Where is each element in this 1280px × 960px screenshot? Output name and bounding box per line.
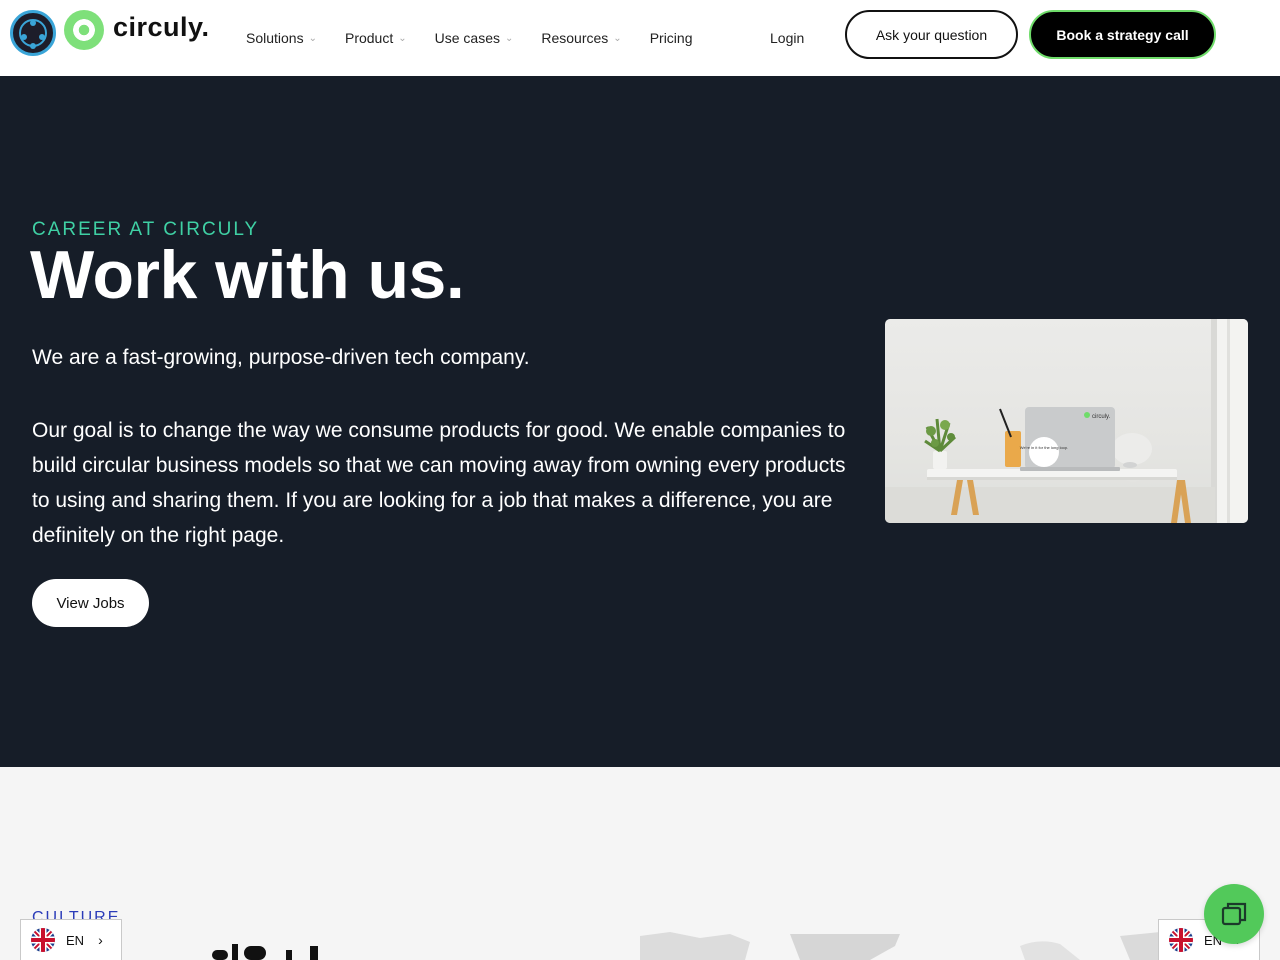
chevron-down-icon: ⌄ — [613, 32, 622, 44]
uk-flag-icon — [31, 928, 55, 952]
hero-intro: We are a fast-growing, purpose-driven te… — [32, 346, 530, 369]
nav-product[interactable]: Product ⌄ — [345, 30, 407, 46]
world-map-graphic — [640, 932, 1160, 960]
book-strategy-call-button[interactable]: Book a strategy call — [1029, 10, 1216, 59]
chat-icon — [1221, 902, 1247, 926]
nav-pricing-label: Pricing — [649, 30, 693, 46]
uk-flag-icon — [1169, 928, 1193, 952]
page-title: Work with us. — [30, 237, 465, 313]
nav-solutions-label: Solutions — [246, 30, 304, 46]
accessibility-icon[interactable] — [10, 10, 56, 56]
ask-question-button[interactable]: Ask your question — [845, 10, 1018, 59]
culture-heading-peek — [190, 938, 340, 960]
nav-resources[interactable]: Resources ⌄ — [541, 30, 621, 46]
logo-wordmark: circuly. — [113, 11, 210, 42]
chevron-down-icon: ⌄ — [398, 32, 407, 44]
circuly-logo[interactable]: circuly. — [64, 10, 210, 50]
circuly-logo-mark-icon — [64, 10, 104, 50]
nav-resources-label: Resources — [541, 30, 609, 46]
main-nav: Solutions ⌄ Product ⌄ Use cases ⌄ Resour… — [246, 30, 720, 46]
language-code: EN — [66, 932, 85, 948]
hero-section: CAREER AT CIRCULY Work with us. We are a… — [0, 76, 1280, 767]
chat-button[interactable] — [1204, 884, 1264, 944]
nav-use-cases-label: Use cases — [434, 30, 500, 46]
chevron-down-icon: ⌄ — [504, 32, 514, 44]
laptop-logo-text: circuly. — [1092, 414, 1111, 420]
language-switcher-left[interactable]: EN › — [20, 919, 122, 960]
nav-product-label: Product — [344, 30, 394, 46]
chevron-down-icon: ⌄ — [308, 32, 317, 44]
nav-use-cases[interactable]: Use cases ⌄ — [435, 30, 514, 46]
view-jobs-button[interactable]: View Jobs — [32, 579, 149, 627]
nav-solutions[interactable]: Solutions ⌄ — [246, 30, 317, 46]
nav-pricing[interactable]: Pricing — [650, 30, 693, 46]
site-header: circuly. Solutions ⌄ Product ⌄ Use cases… — [0, 0, 1280, 76]
chevron-right-icon: › — [98, 932, 103, 948]
hero-body: Our goal is to change the way we consume… — [32, 419, 846, 547]
office-desk-photo: circuly. We're in it for the long loop. — [885, 319, 1248, 523]
laptop-sticker-text: We're in it for the long loop. — [1020, 445, 1069, 450]
login-link[interactable]: Login — [770, 30, 804, 46]
